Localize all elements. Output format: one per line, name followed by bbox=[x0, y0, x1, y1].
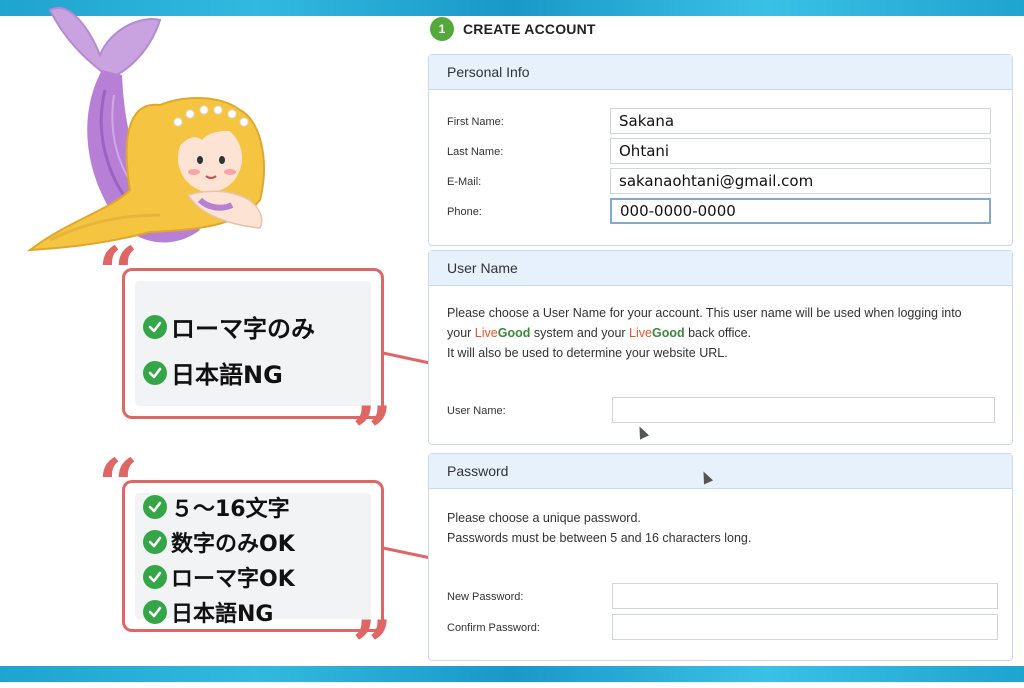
check-circle-icon bbox=[143, 495, 167, 519]
check-circle-icon bbox=[143, 314, 167, 339]
confirm-password-label: Confirm Password: bbox=[447, 622, 540, 634]
rule-item: 数字のみOK bbox=[143, 526, 295, 558]
check-circle-icon bbox=[143, 530, 167, 554]
description-line: Please choose a unique password. bbox=[447, 511, 641, 525]
rule-text: 数字のみOK bbox=[171, 532, 295, 557]
check-circle-icon bbox=[143, 565, 167, 589]
rule-text: ローマ字のみ bbox=[171, 315, 315, 343]
email-input[interactable]: sakanaohtani@gmail.com bbox=[610, 168, 991, 194]
check-circle-icon bbox=[143, 600, 167, 624]
last-name-label: Last Name: bbox=[447, 146, 504, 158]
mermaid-illustration bbox=[26, 7, 265, 252]
text-fragment: system and your bbox=[530, 326, 630, 340]
brand-live: Live bbox=[474, 326, 498, 340]
open-quote-mark: “ bbox=[98, 443, 139, 526]
user-name-input[interactable] bbox=[612, 397, 995, 423]
rule-text: ローマ字OK bbox=[171, 567, 295, 592]
new-password-label: New Password: bbox=[447, 591, 524, 603]
username-rules-callout: ローマ字のみ 日本語NG bbox=[122, 268, 384, 419]
user-name-label: User Name: bbox=[447, 405, 506, 417]
text-fragment: back office. bbox=[684, 326, 752, 340]
close-quote-mark: ” bbox=[352, 391, 393, 474]
rule-item: ローマ字のみ bbox=[143, 309, 315, 344]
phone-input[interactable]: 000-0000-0000 bbox=[610, 198, 991, 224]
bottom-water-border bbox=[0, 666, 1024, 682]
rule-item: ５～16文字 bbox=[143, 491, 290, 523]
open-quote-mark: “ bbox=[98, 231, 139, 314]
step-number-badge: 1 bbox=[430, 17, 454, 41]
brand-good: Good bbox=[651, 326, 685, 340]
password-description: Please choose a unique password. Passwor… bbox=[447, 508, 1002, 548]
rule-item: 日本語NG bbox=[143, 355, 283, 390]
description-line: Please choose a User Name for your accou… bbox=[447, 306, 962, 320]
description-line: your LiveGood system and your LiveGood b… bbox=[447, 323, 1002, 343]
rule-item: 日本語NG bbox=[143, 596, 273, 628]
first-name-label: First Name: bbox=[447, 116, 504, 128]
panel-heading: Personal Info bbox=[429, 55, 1012, 90]
personal-info-panel: Personal Info First Name: Sakana Last Na… bbox=[428, 54, 1013, 246]
close-quote-mark: ” bbox=[352, 605, 393, 688]
phone-label: Phone: bbox=[447, 206, 482, 218]
panel-heading: User Name bbox=[429, 251, 1012, 286]
brand-good: Good bbox=[497, 326, 531, 340]
check-circle-icon bbox=[143, 360, 167, 385]
last-name-input[interactable]: Ohtani bbox=[610, 138, 991, 164]
description-line: It will also be used to determine your w… bbox=[447, 346, 728, 360]
step-header: 1 CREATE ACCOUNT bbox=[430, 17, 596, 41]
password-rules-callout: ５～16文字 数字のみOK ローマ字OK 日本語NG bbox=[122, 480, 384, 632]
rule-text: 日本語NG bbox=[171, 361, 283, 389]
password-panel: Password Please choose a unique password… bbox=[428, 453, 1013, 661]
rule-item: ローマ字OK bbox=[143, 561, 295, 593]
rule-text: 日本語NG bbox=[171, 602, 274, 627]
first-name-input[interactable]: Sakana bbox=[610, 108, 991, 134]
email-label: E-Mail: bbox=[447, 176, 482, 188]
rule-text: ５～16文字 bbox=[171, 497, 290, 522]
confirm-password-input[interactable] bbox=[612, 614, 998, 640]
new-password-input[interactable] bbox=[612, 583, 998, 609]
user-name-panel: User Name Please choose a User Name for … bbox=[428, 250, 1013, 445]
step-title: CREATE ACCOUNT bbox=[463, 21, 596, 37]
text-fragment: your bbox=[447, 326, 475, 340]
description-line: Passwords must be between 5 and 16 chara… bbox=[447, 531, 752, 545]
panel-heading: Password bbox=[429, 454, 1012, 489]
user-name-description: Please choose a User Name for your accou… bbox=[447, 303, 1002, 363]
brand-live: Live bbox=[629, 326, 652, 340]
